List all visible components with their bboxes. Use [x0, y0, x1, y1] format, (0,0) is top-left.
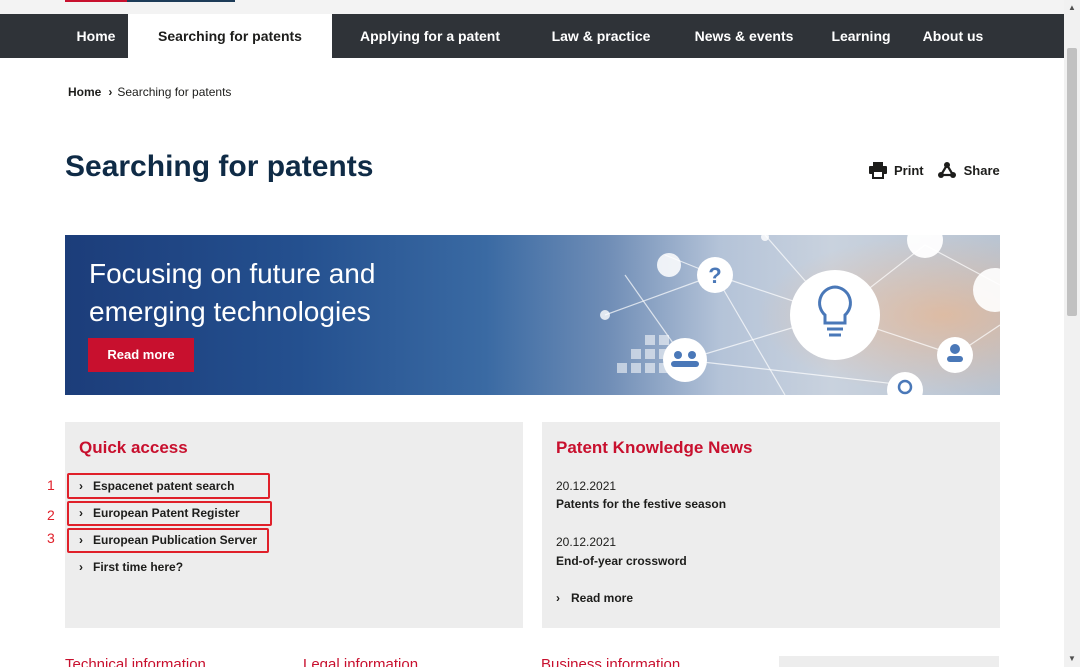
highlight-box-2 [67, 501, 272, 526]
breadcrumb: Home › Searching for patents [68, 84, 231, 100]
page-scrollbar[interactable]: ▲ ▼ [1064, 0, 1080, 667]
scrollbar-thumb[interactable] [1067, 48, 1077, 316]
share-label: Share [963, 162, 1000, 178]
chevron-right-icon: › [556, 591, 560, 605]
page-tools: Print Share [868, 158, 1000, 182]
banner-read-more-button[interactable]: Read more [88, 338, 194, 372]
sidebar-box [779, 656, 999, 667]
highlight-number-3: 3 [47, 530, 55, 546]
nav-item-learning[interactable]: Learning [822, 14, 900, 58]
patent-knowledge-news-panel: Patent Knowledge News 20.12.2021 Patents… [542, 422, 1000, 628]
breadcrumb-current: Searching for patents [117, 85, 232, 99]
quick-access-title: Quick access [79, 438, 188, 457]
scroll-up-icon[interactable]: ▲ [1064, 0, 1080, 16]
page-title: Searching for patents [65, 150, 374, 183]
top-strip [0, 0, 1064, 14]
share-icon [937, 162, 956, 178]
news-read-more-label: Read more [571, 591, 634, 605]
breadcrumb-home[interactable]: Home [68, 85, 101, 99]
nav-item-news-and-events[interactable]: News & events [682, 14, 806, 58]
highlight-box-3 [67, 528, 269, 553]
technical-information-heading[interactable]: Technical information [65, 656, 206, 667]
news-date: 20.12.2021 [556, 535, 617, 549]
nav-item-home[interactable]: Home [65, 14, 127, 58]
nav-item-about-us[interactable]: About us [912, 14, 994, 58]
legal-information-heading[interactable]: Legal information [303, 656, 418, 667]
business-information-heading[interactable]: Business information [541, 656, 680, 667]
scroll-down-icon[interactable]: ▼ [1064, 651, 1080, 667]
highlight-number-2: 2 [47, 507, 55, 523]
print-button[interactable]: Print [868, 161, 924, 179]
news-date: 20.12.2021 [556, 479, 617, 493]
banner-title: Focusing on future and emerging technolo… [89, 258, 376, 327]
news-item-link[interactable]: End-of-year crossword [556, 554, 687, 568]
news-item-link[interactable]: Patents for the festive season [556, 497, 726, 511]
chevron-right-icon: › [79, 560, 83, 574]
share-button[interactable]: Share [937, 161, 1000, 179]
news-read-more-link[interactable]: › Read more [556, 591, 633, 605]
news-title: Patent Knowledge News [556, 438, 753, 457]
highlight-box-1 [67, 473, 270, 499]
print-label: Print [894, 162, 924, 178]
hero-banner: ? Focusing on future and emerging techno… [65, 235, 1000, 395]
nav-item-law-and-practice[interactable]: Law & practice [538, 14, 664, 58]
chevron-right-icon: › [108, 85, 113, 99]
quick-link-first-time-here[interactable]: › First time here? [79, 559, 183, 575]
logo-underline-accent [65, 0, 127, 2]
main-navigation: Home Searching for patents Applying for … [0, 14, 1064, 58]
quick-link-label: First time here? [93, 560, 184, 574]
svg-text:?: ? [708, 263, 721, 288]
highlight-number-1: 1 [47, 477, 55, 493]
nav-item-applying-for-a-patent[interactable]: Applying for a patent [345, 14, 515, 58]
printer-icon [869, 162, 887, 179]
nav-item-searching-for-patents[interactable]: Searching for patents [128, 14, 332, 58]
